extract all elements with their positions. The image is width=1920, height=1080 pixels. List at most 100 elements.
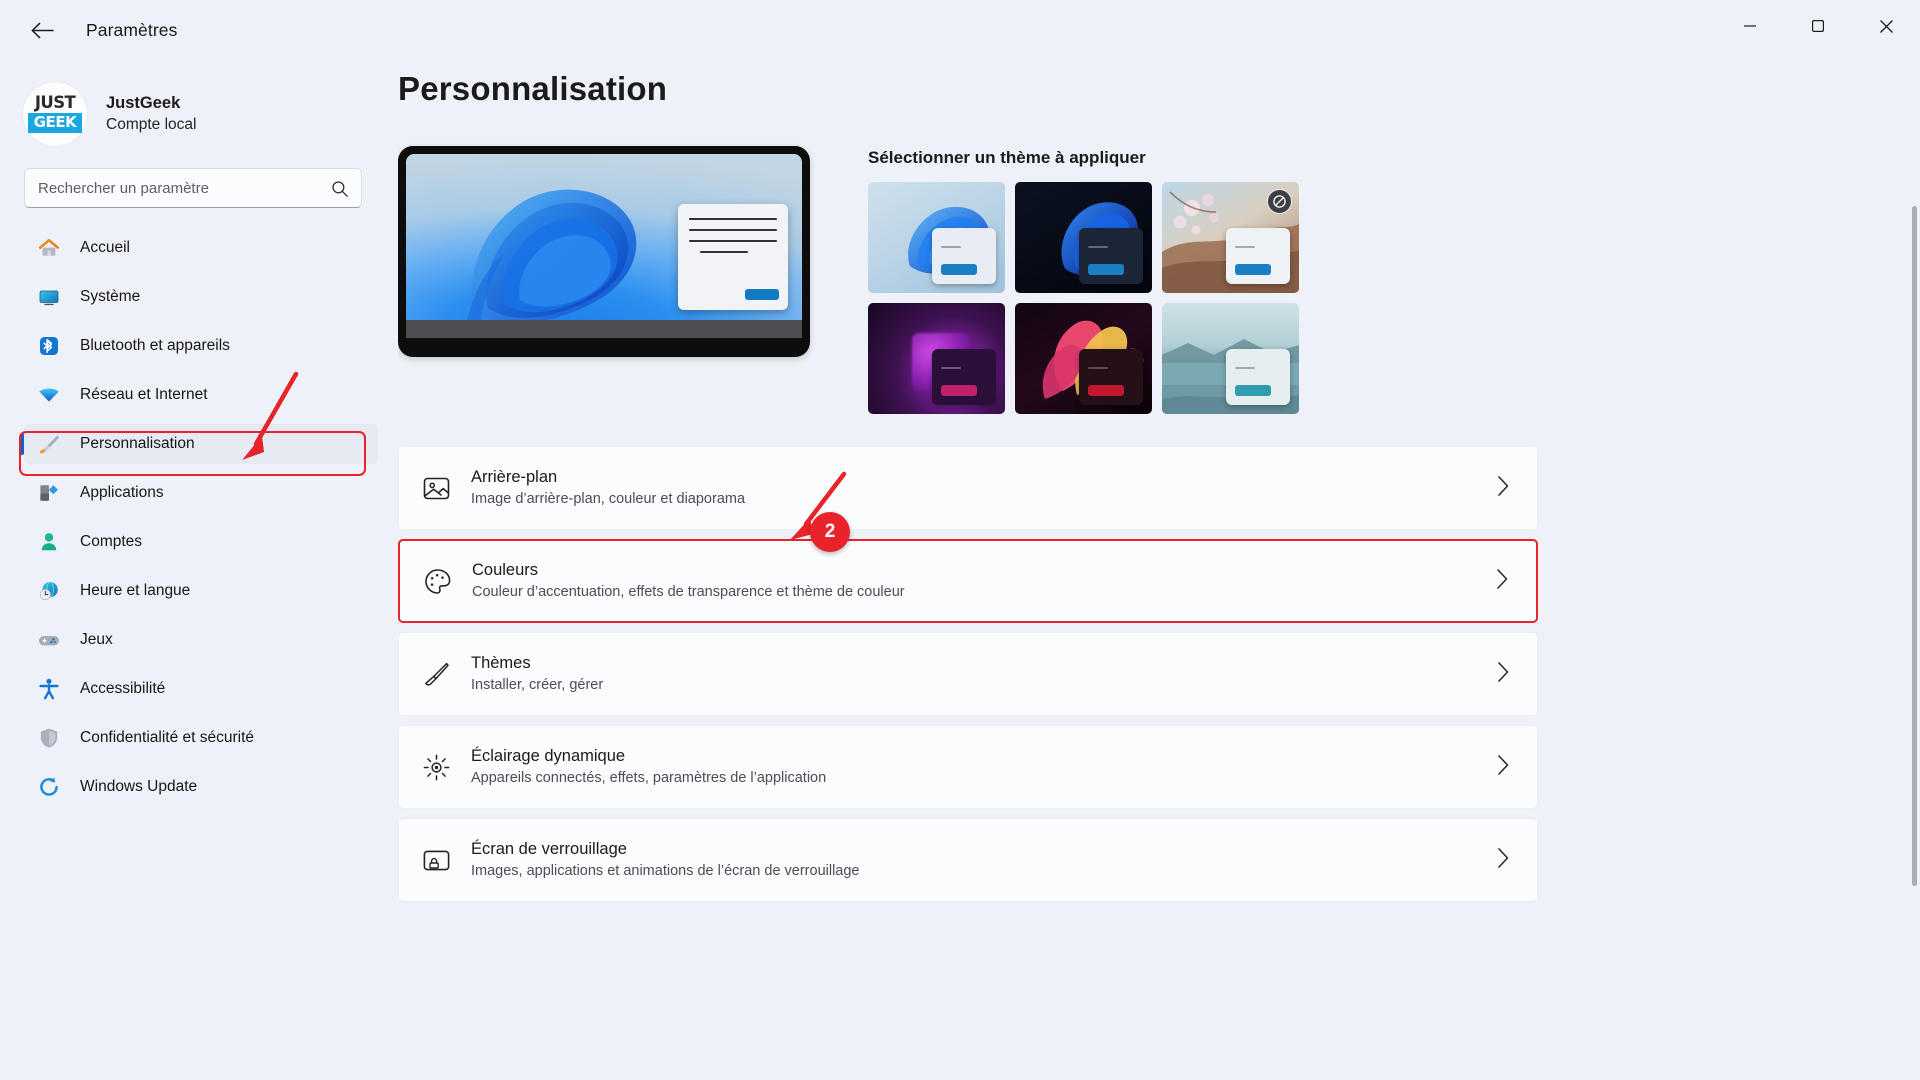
sidebar-item-label: Heure et langue xyxy=(80,582,191,599)
sidebar-item-bluetooth[interactable]: Bluetooth et appareils xyxy=(24,326,378,366)
themes-grid xyxy=(868,182,1299,414)
sidebar-item-label: Accueil xyxy=(80,239,130,256)
scrollbar-thumb[interactable] xyxy=(1912,206,1917,886)
theme-mini-window xyxy=(932,349,996,405)
settings-row-eclairage-dynamique[interactable]: Éclairage dynamique Appareils connectés,… xyxy=(398,725,1538,809)
settings-row-couleurs[interactable]: Couleurs Couleur d’accentuation, effets … xyxy=(398,539,1538,623)
minimize-button[interactable] xyxy=(1716,0,1784,52)
theme-mini-accent xyxy=(1088,385,1124,396)
settings-row-text: Arrière-plan Image d’arrière-plan, coule… xyxy=(471,466,1496,510)
sidebar-item-windows-update[interactable]: Windows Update xyxy=(24,767,378,807)
image-icon xyxy=(421,473,471,504)
avatar: JUST GEEK xyxy=(22,81,88,147)
settings-row-subtitle: Images, applications et animations de l’… xyxy=(471,863,860,880)
settings-row-text: Couleurs Couleur d’accentuation, effets … xyxy=(472,559,1495,603)
sidebar-item-accueil[interactable]: Accueil xyxy=(24,228,378,268)
window-controls xyxy=(1716,0,1920,52)
close-button[interactable] xyxy=(1852,0,1920,52)
device-taskbar xyxy=(406,320,802,338)
settings-row-text: Éclairage dynamique Appareils connectés,… xyxy=(471,745,1496,789)
themes-section: Sélectionner un thème à appliquer xyxy=(868,146,1299,414)
shield-icon xyxy=(36,725,62,751)
theme-mini-accent xyxy=(1235,385,1271,396)
accessibility-icon xyxy=(36,676,62,702)
theme-mini-accent xyxy=(1235,264,1271,275)
theme-mini-accent xyxy=(941,264,977,275)
theme-abstract-petals[interactable] xyxy=(1015,303,1152,414)
settings-row-subtitle: Appareils connectés, effets, paramètres … xyxy=(471,770,827,787)
settings-row-ecran-de-verrouillage[interactable]: Écran de verrouillage Images, applicatio… xyxy=(398,818,1538,902)
main-scrollbar[interactable] xyxy=(1912,206,1917,1080)
theme-mini-accent xyxy=(1088,264,1124,275)
sidebar-item-label: Bluetooth et appareils xyxy=(80,337,230,354)
settings-list: Arrière-plan Image d’arrière-plan, coule… xyxy=(398,446,1538,902)
preview-and-themes: Sélectionner un thème à appliquer 2 xyxy=(398,146,1920,552)
sidebar-item-systeme[interactable]: Système xyxy=(24,277,378,317)
theme-landscape-lake[interactable] xyxy=(1162,303,1299,414)
search-box[interactable] xyxy=(24,168,362,208)
sidebar-item-label: Confidentialité et sécurité xyxy=(80,729,255,746)
avatar-logo-bottom: GEEK xyxy=(27,112,83,133)
settings-row-text: Thèmes Installer, créer, gérer xyxy=(471,652,1496,696)
chevron-right-icon xyxy=(1496,846,1515,875)
theme-mini-window xyxy=(1079,349,1143,405)
themes-label: Sélectionner un thème à appliquer xyxy=(868,148,1146,167)
sidebar-item-heure-langue[interactable]: Heure et langue xyxy=(24,571,378,611)
sidebar-item-label: Personnalisation xyxy=(80,435,195,452)
sidebar-item-label: Accessibilité xyxy=(80,680,166,697)
lockscreen-icon xyxy=(421,845,471,876)
home-icon xyxy=(36,235,62,261)
settings-row-subtitle: Installer, créer, gérer xyxy=(471,677,604,694)
theme-mini-accent xyxy=(941,385,977,396)
settings-row-themes[interactable]: Thèmes Installer, créer, gérer xyxy=(398,632,1538,716)
page-title: Personnalisation xyxy=(398,70,668,107)
sidebar: JUST GEEK JustGeek Compte local Recherch… xyxy=(0,60,398,1080)
chevron-right-icon xyxy=(1496,660,1515,689)
theme-flower-sync[interactable] xyxy=(1162,182,1299,293)
sidebar-nav: Accueil Système Bluetooth et appareils R… xyxy=(0,228,398,807)
account-text: JustGeek Compte local xyxy=(106,92,196,137)
account-subtitle: Compte local xyxy=(106,115,197,133)
sidebar-item-label: Windows Update xyxy=(80,778,198,795)
arrow-left-icon xyxy=(31,22,54,38)
sidebar-item-accessibilite[interactable]: Accessibilité xyxy=(24,669,378,709)
search-input[interactable] xyxy=(25,179,361,197)
main-content: Personnalisation Sélectionner un thème à… xyxy=(398,60,1920,1080)
titlebar: Paramètres xyxy=(0,0,1920,60)
sidebar-item-comptes[interactable]: Comptes xyxy=(24,522,378,562)
maximize-button[interactable] xyxy=(1784,0,1852,52)
settings-window: Paramètres JUST GEEK JustGeek Compte loc… xyxy=(0,0,1920,1080)
sidebar-item-reseau[interactable]: Réseau et Internet xyxy=(24,375,378,415)
settings-row-title: Couleurs xyxy=(472,560,539,579)
theme-windows-dark[interactable] xyxy=(1015,182,1152,293)
theme-sync-badge-icon xyxy=(1267,189,1292,214)
settings-row-title: Éclairage dynamique xyxy=(471,746,626,765)
callout-step-2: 2 xyxy=(810,512,850,552)
sidebar-item-personnalisation[interactable]: Personnalisation xyxy=(20,424,378,464)
sidebar-item-label: Réseau et Internet xyxy=(80,386,208,403)
settings-row-title: Thèmes xyxy=(471,653,531,672)
theme-mini-window xyxy=(1226,228,1290,284)
sidebar-item-label: Jeux xyxy=(80,631,113,648)
sidebar-item-label: Système xyxy=(80,288,141,305)
account-card[interactable]: JUST GEEK JustGeek Compte local xyxy=(0,60,398,156)
window-title: Paramètres xyxy=(86,19,178,40)
settings-row-arriere-plan[interactable]: Arrière-plan Image d’arrière-plan, coule… xyxy=(398,446,1538,530)
avatar-logo-top: JUST xyxy=(34,93,76,113)
sidebar-item-jeux[interactable]: Jeux xyxy=(24,620,378,660)
maximize-icon xyxy=(1812,20,1825,33)
sidebar-item-label: Applications xyxy=(80,484,164,501)
chevron-right-icon xyxy=(1496,474,1515,503)
back-button[interactable] xyxy=(16,8,68,52)
sidebar-item-confidentialite[interactable]: Confidentialité et sécurité xyxy=(24,718,378,758)
theme-mini-window xyxy=(1079,228,1143,284)
theme-glow-purple[interactable] xyxy=(868,303,1005,414)
bluetooth-icon xyxy=(36,333,62,359)
windows-bloom-wallpaper xyxy=(464,189,637,338)
close-icon xyxy=(1879,19,1893,33)
theme-windows-light[interactable] xyxy=(868,182,1005,293)
device-screen xyxy=(406,154,802,338)
sidebar-item-applications[interactable]: Applications xyxy=(24,473,378,513)
chevron-right-icon xyxy=(1496,753,1515,782)
settings-row-text: Écran de verrouillage Images, applicatio… xyxy=(471,838,1496,882)
